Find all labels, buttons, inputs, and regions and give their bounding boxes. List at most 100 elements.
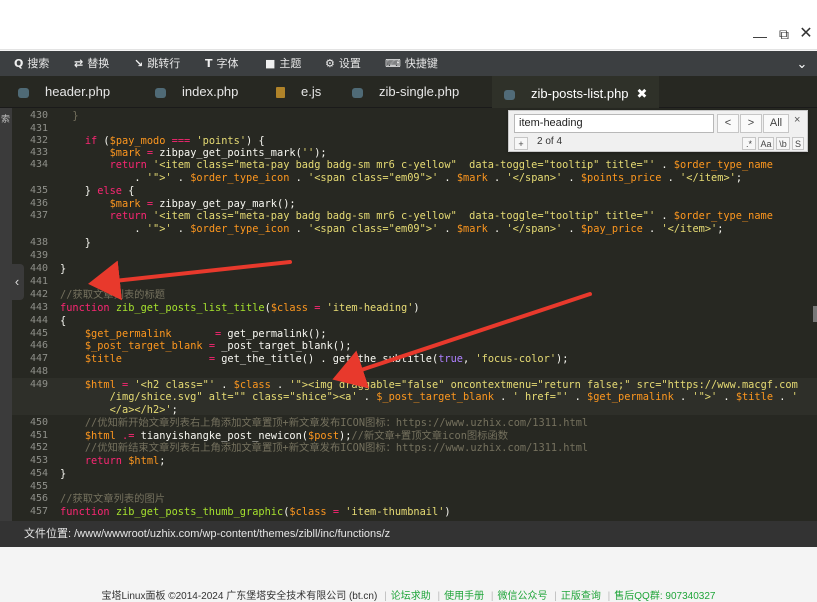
code-line: $_post_target_blank = _post_target_blank… xyxy=(84,340,352,352)
copyright-text: 宝塔Linux面板 ©2014-2024 广东堡塔安全技术有限公司 (bt.cn… xyxy=(101,591,378,602)
shortcut-label: 快捷键 xyxy=(404,58,438,70)
line-number: 453 xyxy=(29,455,48,466)
line-number: 456 xyxy=(29,493,48,504)
line-number: 451 xyxy=(29,430,48,441)
tab-zib-posts-list-php[interactable]: zib-posts-list.php ✖ xyxy=(492,76,660,108)
theme-icon: ■ xyxy=(265,57,276,70)
code-line: $mark = zibpay_get_points_mark(''); xyxy=(109,147,327,159)
replace-button[interactable]: ⇄ 替换 xyxy=(74,51,109,76)
search-icon: Q xyxy=(14,57,24,70)
line-number: 454 xyxy=(29,468,48,479)
code-line: return '<item class="meta-pay badg badg-… xyxy=(109,210,773,222)
line-number: 444 xyxy=(29,315,48,326)
tab-header-php[interactable]: header.php xyxy=(18,76,110,108)
font-icon: T xyxy=(205,57,213,70)
tab-zib-single-php[interactable]: zib-single.php xyxy=(352,76,459,108)
editor-toolbar: Q 搜索 ⇄ 替换 ↘ 跳转行 T 字体 ■ 主题 ⚙ 设置 ⌨ 快捷键 ⌄ xyxy=(0,51,817,76)
code-line: . '">' . $order_type_icon . '<span class… xyxy=(60,223,724,235)
find-widget: item-heading < > All × + 2 of 4 .* Aa \b… xyxy=(508,110,808,152)
goto-line-button[interactable]: ↘ 跳转行 xyxy=(134,51,180,76)
case-toggle-button[interactable]: Aa xyxy=(758,137,774,150)
line-number: 430 xyxy=(29,110,48,121)
code-line: { xyxy=(60,315,67,327)
wechat-link[interactable]: 微信公众号 xyxy=(498,591,548,602)
forum-link[interactable]: 论坛求助 xyxy=(391,591,431,602)
code-line: </a></h2>'; xyxy=(60,404,178,416)
close-tab-icon[interactable]: ✖ xyxy=(637,86,648,101)
find-match-count: 2 of 4 xyxy=(537,136,563,147)
code-line: /img/shice.svg" alt="" class="shice"><a'… xyxy=(60,391,798,403)
theme-button[interactable]: ■ 主题 xyxy=(265,51,301,76)
php-file-icon xyxy=(18,87,29,98)
code-line: if ($pay_modo === 'points') { xyxy=(84,135,265,147)
code-line: } xyxy=(60,263,67,275)
line-number: 449 xyxy=(29,379,48,390)
tab-label: index.php xyxy=(182,84,239,99)
line-number: 448 xyxy=(29,366,48,377)
tab-label: zib-posts-list.php xyxy=(531,86,629,101)
php-file-icon xyxy=(352,87,363,98)
settings-label: 设置 xyxy=(338,58,361,70)
tab-label: e.js xyxy=(301,84,322,99)
line-number: 432 xyxy=(29,135,48,146)
file-location-label: 文件位置: xyxy=(24,528,72,540)
line-number: 443 xyxy=(29,302,48,313)
regex-toggle-button[interactable]: .* xyxy=(742,137,756,150)
code-line: . '">' . $order_type_icon . '<span class… xyxy=(60,172,743,184)
code-line: $html = '<h2 class="' . $class . '"><img… xyxy=(84,379,798,391)
code-line: return $html; xyxy=(84,455,166,467)
find-prev-button[interactable]: < xyxy=(717,114,739,133)
scrollbar-thumb[interactable] xyxy=(813,306,817,322)
tab-label: header.php xyxy=(45,84,111,99)
tab-e-js[interactable]: e.js xyxy=(276,76,321,108)
support-qq-group: 售后QQ群: 907340327 xyxy=(614,591,716,602)
license-check-link[interactable]: 正版查询 xyxy=(561,591,601,602)
code-line: $html .= tianyishangke_post_newicon($pos… xyxy=(84,430,509,442)
goto-line-label: 跳转行 xyxy=(147,58,181,70)
line-number: 434 xyxy=(29,159,48,170)
replace-label: 替换 xyxy=(87,58,110,70)
tab-index-php[interactable]: index.php xyxy=(155,76,238,108)
theme-label: 主题 xyxy=(279,58,302,70)
php-file-icon xyxy=(155,87,166,98)
close-icon[interactable]: × xyxy=(794,114,800,126)
find-next-button[interactable]: > xyxy=(740,114,762,133)
whole-word-toggle-button[interactable]: \b xyxy=(776,137,790,150)
chevron-down-icon[interactable]: ⌄ xyxy=(791,51,813,76)
chevron-left-icon[interactable]: ‹ xyxy=(10,264,24,300)
in-selection-toggle-button[interactable]: S xyxy=(792,137,804,150)
code-editor[interactable]: 索 430 431 432 433 434 435 436 437 438 439 440 441 44… xyxy=(0,108,817,521)
shortcut-button[interactable]: ⌨ 快捷键 xyxy=(385,51,438,76)
settings-button[interactable]: ⚙ 设置 xyxy=(325,51,361,76)
tab-label: zib-single.php xyxy=(379,84,460,99)
code-line: //优知新结束文章列表右上角添加文章置顶+新文章发布ICON图标：https:/… xyxy=(84,442,589,454)
line-number: 433 xyxy=(29,147,48,158)
line-number: 435 xyxy=(29,185,48,196)
line-number: 431 xyxy=(29,123,48,134)
manual-link[interactable]: 使用手册 xyxy=(444,591,484,602)
find-input[interactable]: item-heading xyxy=(514,114,714,133)
page-footer: 宝塔Linux面板 ©2014-2024 广东堡塔安全技术有限公司 (bt.cn… xyxy=(0,547,817,602)
code-line: //获取文章列表的标题 xyxy=(60,289,166,301)
line-number: 447 xyxy=(29,353,48,364)
minimize-icon[interactable]: — xyxy=(752,28,768,44)
line-number: 455 xyxy=(29,481,48,492)
search-button[interactable]: Q 搜索 xyxy=(14,51,49,76)
line-number: 457 xyxy=(29,506,48,517)
close-icon[interactable]: ✕ xyxy=(798,26,814,42)
code-line: $get_permalink = get_permalink(); xyxy=(84,328,327,340)
code-line: $mark = zibpay_get_pay_mark(); xyxy=(109,198,296,210)
shortcut-icon: ⌨ xyxy=(385,57,401,70)
code-line: function zib_get_posts_thumb_graphic($cl… xyxy=(60,506,451,518)
code-line: return '<item class="meta-pay badg badg-… xyxy=(109,159,773,171)
code-line: } xyxy=(60,237,91,249)
font-button[interactable]: T 字体 xyxy=(205,51,239,76)
code-line: //优知新开始文章列表右上角添加文章置顶+新文章发布ICON图标：https:/… xyxy=(84,417,589,429)
code-line: } else { xyxy=(60,185,135,197)
replace-toggle-button[interactable]: + xyxy=(514,137,528,150)
settings-icon: ⚙ xyxy=(325,57,335,70)
line-number: 450 xyxy=(29,417,48,428)
code-line: function zib_get_posts_list_title($class… xyxy=(60,302,420,314)
find-all-button[interactable]: All xyxy=(763,114,789,133)
maximize-icon[interactable]: ⧉ xyxy=(776,26,792,42)
